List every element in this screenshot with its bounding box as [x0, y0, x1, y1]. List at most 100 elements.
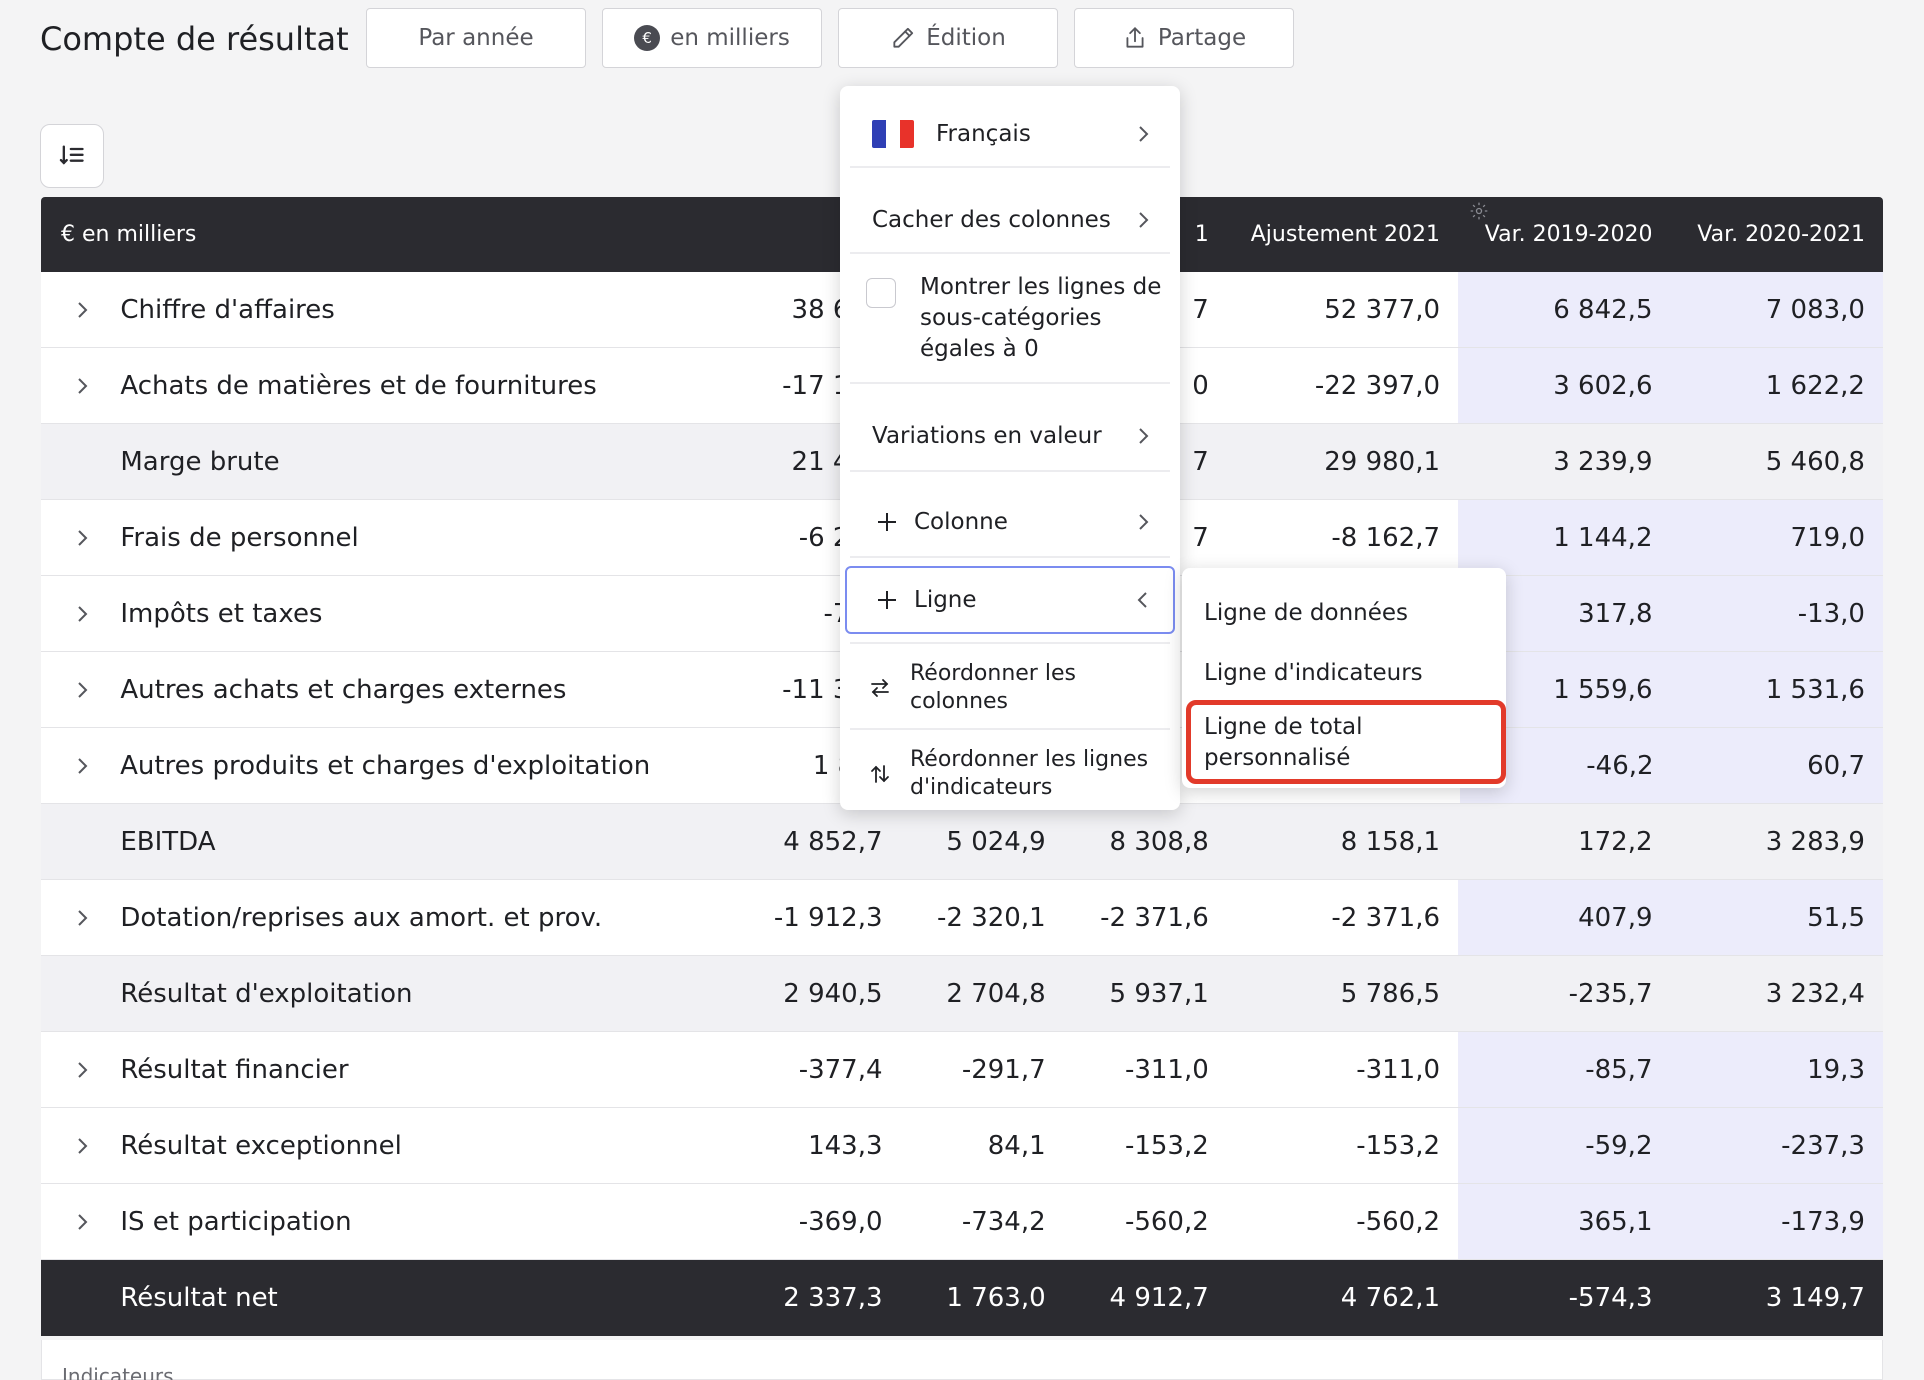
- table-row: EBITDA 4 852,7 5 024,9 8 308,8 8 158,1 172,2 3…: [41, 804, 1883, 880]
- chevron-right-icon: [1139, 212, 1149, 228]
- row-value: -311,0: [1124, 1054, 1209, 1085]
- row-value: 19,3: [1670, 1032, 1883, 1107]
- share-icon: [1126, 27, 1144, 48]
- table-row[interactable]: Résultat financier -377,4 -291,7 -311,0 -311…: [41, 1032, 1883, 1108]
- show-zero-rows-checkbox[interactable]: [866, 278, 896, 308]
- row-label: Autres produits et charges d'exploitatio…: [120, 750, 651, 781]
- column-header-var-2020-2021[interactable]: Var. 2020-2021: [1671, 222, 1884, 247]
- row-value: 2 940,5: [783, 978, 883, 1009]
- row-label: Marge brute: [120, 446, 280, 477]
- share-label: Partage: [1157, 25, 1247, 51]
- row-value: 8 158,1: [1340, 826, 1441, 857]
- column-header-adjustment-2021[interactable]: Ajustement 2021: [1227, 222, 1458, 247]
- row-value: -560,2: [1124, 1206, 1209, 1237]
- sort-icon: [59, 145, 84, 165]
- edit-label: Édition: [926, 25, 1006, 51]
- row-value: -153,2: [1356, 1130, 1441, 1161]
- row-value: 1 622,2: [1670, 348, 1883, 423]
- table-row[interactable]: Résultat exceptionnel 143,3 84,1 -153,2 -153…: [41, 1108, 1883, 1184]
- menu-divider: [850, 642, 1170, 644]
- menu-item-add-row-label: Ligne: [914, 587, 977, 613]
- sort-button[interactable]: [40, 124, 104, 188]
- menu-divider: [850, 556, 1170, 558]
- row-value: 6 842,5: [1458, 272, 1671, 347]
- row-toggle[interactable]: [41, 1059, 106, 1081]
- french-flag-icon: [872, 120, 914, 148]
- menu-item-show-zero-rows[interactable]: Montrer les lignes de sous-catégories ég…: [848, 272, 1172, 372]
- menu-item-language[interactable]: Français: [848, 106, 1172, 162]
- row-label: Achats de matières et de fournitures: [120, 370, 597, 401]
- swap-horizontal-icon: [871, 679, 889, 697]
- menu-item-value-variations-label: Variations en valeur: [872, 423, 1102, 449]
- menu-item-value-variations[interactable]: Variations en valeur: [848, 408, 1172, 464]
- row-toggle[interactable]: [41, 1211, 106, 1233]
- row-toggle[interactable]: [41, 755, 106, 777]
- row-value: 29 980,1: [1324, 446, 1441, 477]
- row-value: 3 283,9: [1765, 826, 1865, 857]
- chevron-right-icon: [77, 681, 88, 698]
- row-value: 5 786,5: [1340, 978, 1441, 1009]
- chevron-right-icon: [77, 301, 88, 318]
- row-value: 4 852,7: [783, 826, 883, 857]
- row-value: 1 763,0: [946, 1283, 1046, 1313]
- table-row[interactable]: IS et participation -369,0 -734,2 -560,2 -56…: [41, 1184, 1883, 1260]
- row-value: 2 704,8: [946, 978, 1046, 1009]
- row-value: 5 024,9: [946, 826, 1046, 857]
- row-value: -369,0: [798, 1206, 883, 1237]
- table-row: Résultat net 2 337,3 1 763,0 4 912,7 4 762,1…: [41, 1260, 1883, 1336]
- row-value: -2 371,6: [1100, 902, 1209, 933]
- chevron-left-icon: [1137, 592, 1147, 608]
- menu-item-add-row[interactable]: Ligne: [848, 572, 1172, 628]
- row-value: -85,7: [1458, 1032, 1671, 1107]
- pencil-icon: [893, 27, 914, 48]
- menu-divider: [850, 728, 1170, 730]
- unit-button[interactable]: € en milliers: [602, 8, 822, 68]
- row-value: -13,0: [1670, 576, 1883, 651]
- row-label: Chiffre d'affaires: [120, 294, 335, 325]
- row-value: 52 377,0: [1324, 294, 1441, 325]
- chevron-right-icon: [77, 909, 88, 926]
- row-value: -560,2: [1356, 1206, 1441, 1237]
- unit-label: en milliers: [670, 25, 790, 51]
- chevron-right-icon: [77, 757, 87, 774]
- submenu-item-data-row[interactable]: Ligne de données: [1204, 598, 1408, 629]
- edit-button[interactable]: Édition: [838, 8, 1058, 68]
- table-row[interactable]: Dotation/reprises aux amort. et prov. -1 …: [41, 880, 1883, 956]
- row-label: Dotation/reprises aux amort. et prov.: [120, 902, 603, 933]
- row-label: Autres achats et charges externes: [120, 674, 567, 705]
- menu-item-reorder-columns[interactable]: Réordonner les colonnes: [848, 652, 1172, 724]
- menu-item-add-column[interactable]: Colonne: [848, 494, 1172, 550]
- chevron-right-icon: [1139, 428, 1149, 444]
- chevron-right-icon: [77, 529, 88, 546]
- row-value: 60,7: [1671, 728, 1883, 803]
- submenu-item-indicator-row[interactable]: Ligne d'indicateurs: [1204, 658, 1423, 689]
- menu-item-language-label: Français: [936, 121, 1031, 147]
- row-label: Frais de personnel: [120, 522, 359, 553]
- row-value: 3 232,4: [1765, 978, 1865, 1009]
- row-toggle[interactable]: [41, 527, 106, 549]
- row-value: -1 912,3: [773, 902, 883, 933]
- row-value: 1 144,2: [1458, 500, 1671, 575]
- period-button[interactable]: Par année: [366, 8, 586, 68]
- row-toggle[interactable]: [41, 299, 106, 321]
- chevron-right-icon: [77, 377, 88, 394]
- menu-item-reorder-indicator-rows-label: Réordonner les lignes d'indicateurs: [910, 747, 1149, 800]
- menu-item-reorder-indicator-rows[interactable]: Réordonner les lignes d'indicateurs: [848, 738, 1172, 810]
- row-toggle[interactable]: [41, 1135, 106, 1157]
- row-toggle[interactable]: [41, 375, 106, 397]
- gear-icon[interactable]: [1469, 201, 1489, 221]
- row-value: -734,2: [961, 1206, 1046, 1237]
- column-header-var-2019-2020[interactable]: Var. 2019-2020: [1458, 222, 1671, 247]
- chevron-right-icon: [1139, 126, 1149, 142]
- row-toggle[interactable]: [41, 603, 106, 625]
- row-value: 143,3: [808, 1130, 883, 1161]
- share-button[interactable]: Partage: [1074, 8, 1294, 68]
- row-value: 365,1: [1458, 1184, 1671, 1259]
- row-label: Résultat net: [120, 1283, 278, 1313]
- row-toggle[interactable]: [41, 679, 106, 701]
- row-value: -574,3: [1568, 1283, 1653, 1313]
- row-toggle[interactable]: [41, 907, 106, 929]
- row-value: 172,2: [1578, 826, 1653, 857]
- menu-item-hide-columns-label: Cacher des colonnes: [872, 207, 1111, 233]
- menu-item-hide-columns[interactable]: Cacher des colonnes: [848, 192, 1172, 248]
